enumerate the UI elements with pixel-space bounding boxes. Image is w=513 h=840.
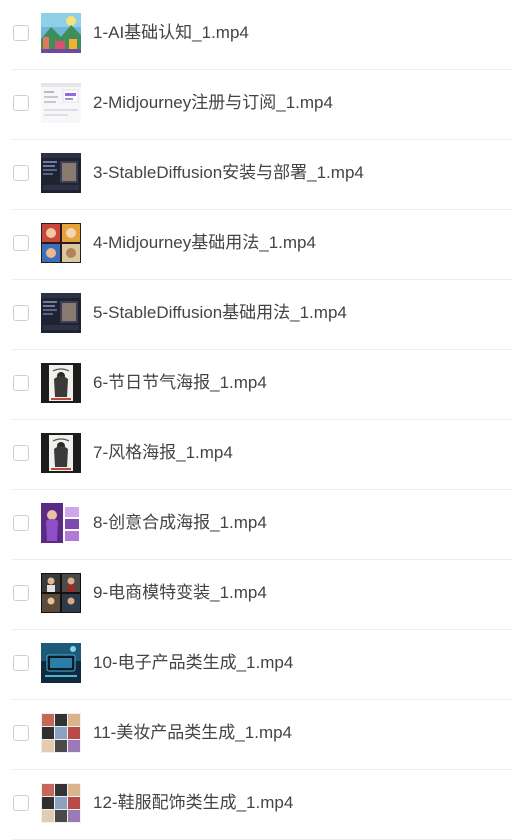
select-checkbox[interactable] [13,585,29,601]
video-thumbnail[interactable] [41,433,81,473]
list-item[interactable]: 12-鞋服配饰类生成_1.mp4 [0,770,513,840]
video-thumbnail[interactable] [41,503,81,543]
select-checkbox[interactable] [13,235,29,251]
list-item[interactable]: 8-创意合成海报_1.mp4 [0,490,513,560]
file-list: 1-AI基础认知_1.mp4 2-Midjourney注册与订阅_1.mp4 3… [0,0,513,840]
video-thumbnail[interactable] [41,713,81,753]
list-item[interactable]: 11-美妆产品类生成_1.mp4 [0,700,513,770]
file-name[interactable]: 6-节日节气海报_1.mp4 [93,372,267,394]
video-thumbnail[interactable] [41,783,81,823]
file-name[interactable]: 12-鞋服配饰类生成_1.mp4 [93,792,293,814]
video-thumbnail[interactable] [41,363,81,403]
select-checkbox[interactable] [13,95,29,111]
file-name[interactable]: 10-电子产品类生成_1.mp4 [93,652,293,674]
select-checkbox[interactable] [13,165,29,181]
file-name[interactable]: 8-创意合成海报_1.mp4 [93,512,267,534]
file-name[interactable]: 2-Midjourney注册与订阅_1.mp4 [93,92,333,114]
file-name[interactable]: 7-风格海报_1.mp4 [93,442,233,464]
select-checkbox[interactable] [13,375,29,391]
video-thumbnail[interactable] [41,13,81,53]
select-checkbox[interactable] [13,25,29,41]
file-name[interactable]: 5-StableDiffusion基础用法_1.mp4 [93,302,347,324]
list-item[interactable]: 5-StableDiffusion基础用法_1.mp4 [0,280,513,350]
list-item[interactable]: 7-风格海报_1.mp4 [0,420,513,490]
select-checkbox[interactable] [13,305,29,321]
list-item[interactable]: 10-电子产品类生成_1.mp4 [0,630,513,700]
list-item[interactable]: 1-AI基础认知_1.mp4 [0,0,513,70]
select-checkbox[interactable] [13,445,29,461]
select-checkbox[interactable] [13,515,29,531]
select-checkbox[interactable] [13,655,29,671]
file-name[interactable]: 11-美妆产品类生成_1.mp4 [93,722,292,744]
video-thumbnail[interactable] [41,293,81,333]
video-thumbnail[interactable] [41,223,81,263]
select-checkbox[interactable] [13,725,29,741]
file-name[interactable]: 3-StableDiffusion安装与部署_1.mp4 [93,162,364,184]
select-checkbox[interactable] [13,795,29,811]
file-name[interactable]: 4-Midjourney基础用法_1.mp4 [93,232,316,254]
file-name[interactable]: 9-电商模特变装_1.mp4 [93,582,267,604]
list-item[interactable]: 3-StableDiffusion安装与部署_1.mp4 [0,140,513,210]
video-thumbnail[interactable] [41,643,81,683]
video-thumbnail[interactable] [41,153,81,193]
list-item[interactable]: 9-电商模特变装_1.mp4 [0,560,513,630]
video-thumbnail[interactable] [41,83,81,123]
file-name[interactable]: 1-AI基础认知_1.mp4 [93,22,249,44]
list-item[interactable]: 6-节日节气海报_1.mp4 [0,350,513,420]
list-item[interactable]: 2-Midjourney注册与订阅_1.mp4 [0,70,513,140]
video-thumbnail[interactable] [41,573,81,613]
list-item[interactable]: 4-Midjourney基础用法_1.mp4 [0,210,513,280]
